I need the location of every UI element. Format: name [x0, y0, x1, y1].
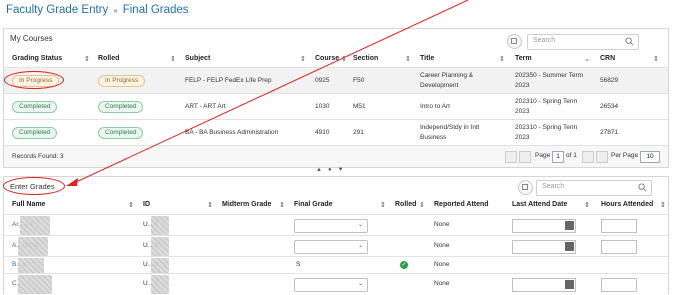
annotation-arrow — [66, 0, 469, 186]
